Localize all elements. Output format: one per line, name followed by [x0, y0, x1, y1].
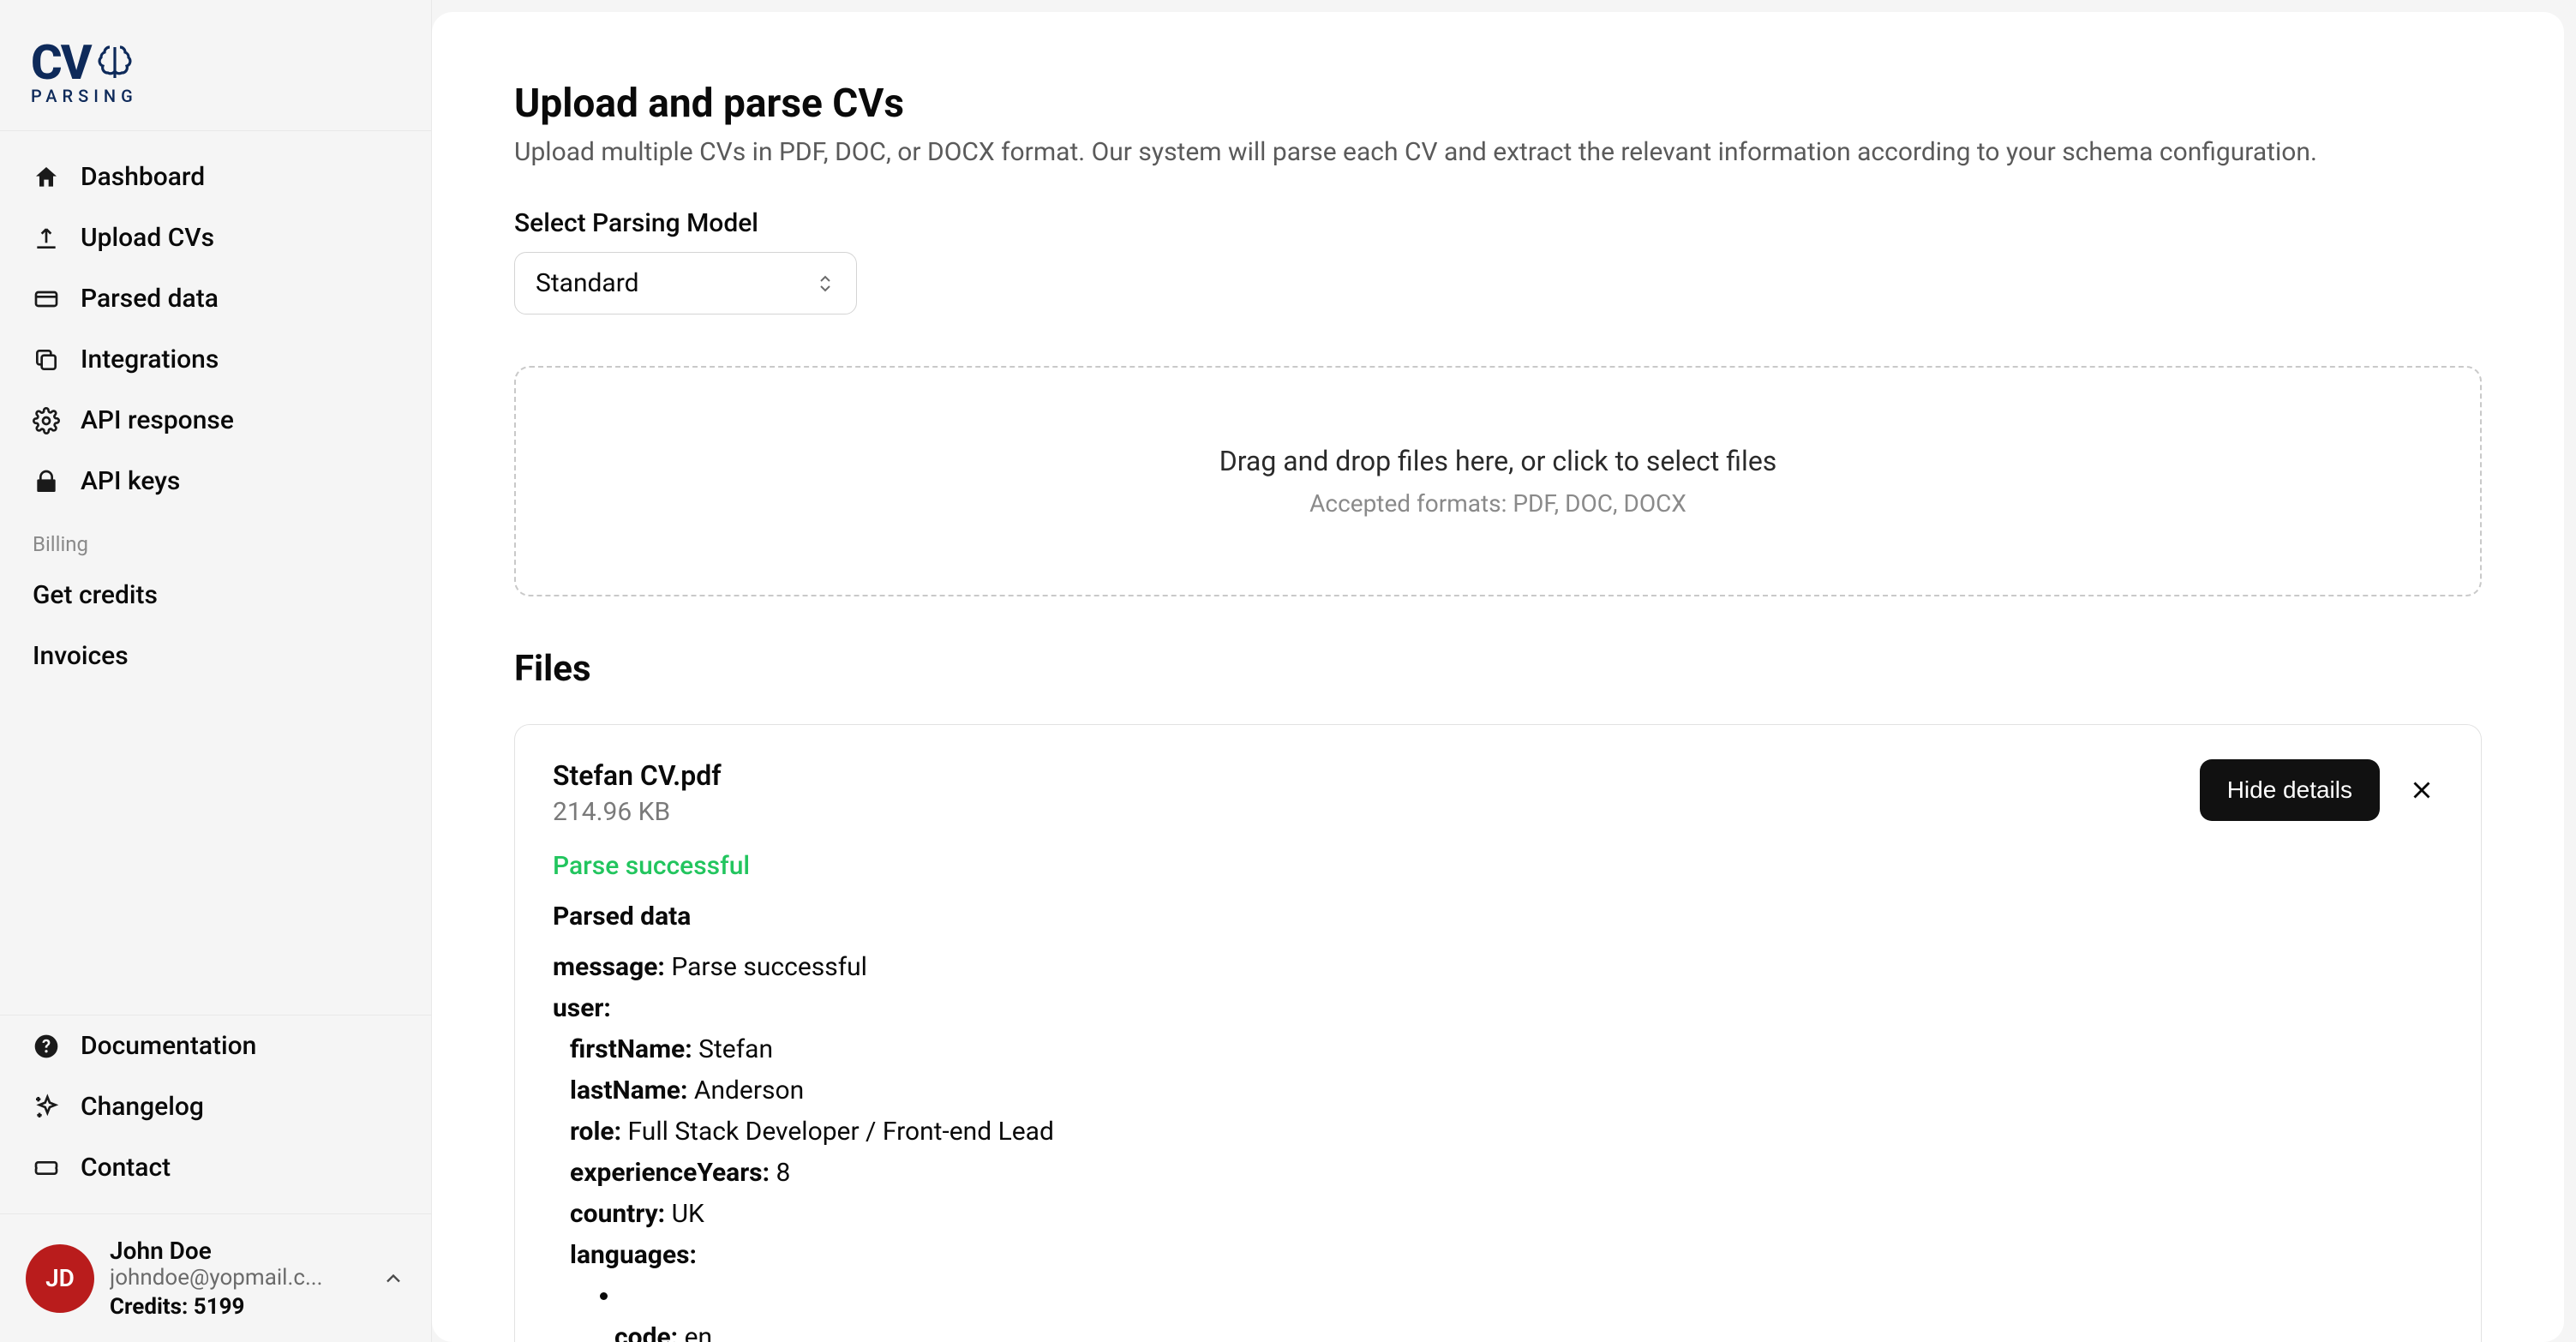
sidebar-item-parsed-data[interactable]: Parsed data — [0, 268, 431, 329]
logo-text: CV — [31, 34, 91, 91]
files-heading: Files — [514, 648, 2482, 690]
hide-details-button[interactable]: Hide details — [2200, 759, 2380, 821]
logo-subtitle: PARSING — [31, 86, 400, 106]
gear-icon — [33, 407, 60, 434]
parsed-key: firstName: — [570, 1034, 692, 1064]
parsed-value: UK — [672, 1199, 704, 1229]
list-item — [621, 1276, 2443, 1317]
sidebar-item-api-keys[interactable]: API keys — [0, 451, 431, 512]
sidebar-item-label: Integrations — [81, 344, 219, 374]
sidebar-item-invoices[interactable]: Invoices — [0, 626, 431, 686]
sidebar-item-integrations[interactable]: Integrations — [0, 329, 431, 390]
model-select-label: Select Parsing Model — [514, 208, 2482, 238]
sidebar-item-documentation[interactable]: Documentation — [0, 1015, 431, 1076]
parsed-value: en — [685, 1322, 712, 1342]
model-select[interactable]: Standard — [514, 252, 857, 315]
home-icon — [33, 164, 60, 191]
page-description: Upload multiple CVs in PDF, DOC, or DOCX… — [514, 137, 2482, 167]
sidebar-item-label: Get credits — [33, 580, 158, 610]
sidebar-item-label: API response — [81, 405, 234, 435]
parsed-key: country: — [570, 1199, 665, 1229]
sidebar-item-label: Upload CVs — [81, 223, 214, 253]
sidebar-item-dashboard[interactable]: Dashboard — [0, 147, 431, 207]
parsed-value: Stefan — [698, 1034, 773, 1064]
dropzone-text: Drag and drop files here, or click to se… — [550, 445, 2446, 477]
bottom-nav: Documentation Changelog Contact — [0, 1015, 431, 1198]
file-size: 214.96 KB — [553, 797, 722, 827]
sparkle-icon — [33, 1093, 60, 1121]
model-select-value: Standard — [536, 268, 639, 298]
parsed-value: Anderson — [694, 1075, 804, 1105]
parsed-value: 8 — [776, 1158, 791, 1188]
sidebar-item-label: Documentation — [81, 1031, 256, 1061]
help-icon — [33, 1033, 60, 1060]
sidebar-item-contact[interactable]: Contact — [0, 1137, 431, 1198]
sidebar-item-label: Invoices — [33, 641, 129, 671]
parse-status: Parse successful — [553, 851, 2443, 881]
avatar: JD — [26, 1244, 94, 1313]
parsed-key: languages: — [570, 1240, 697, 1270]
parsed-data-heading: Parsed data — [553, 902, 2443, 932]
user-email: johndoe@yopmail.c... — [110, 1265, 366, 1291]
upload-icon — [33, 225, 60, 252]
sidebar-item-label: Changelog — [81, 1092, 204, 1122]
sidebar-item-get-credits[interactable]: Get credits — [0, 565, 431, 626]
sidebar-item-api-response[interactable]: API response — [0, 390, 431, 451]
chevron-up-icon — [381, 1267, 405, 1291]
main-content: Upload and parse CVs Upload multiple CVs… — [432, 12, 2564, 1342]
file-dropzone[interactable]: Drag and drop files here, or click to se… — [514, 366, 2482, 596]
sidebar-item-label: Contact — [81, 1153, 171, 1183]
sidebar-item-label: Dashboard — [81, 162, 205, 192]
parsed-key: experienceYears: — [570, 1158, 770, 1188]
sidebar-item-upload[interactable]: Upload CVs — [0, 207, 431, 268]
brain-icon — [94, 42, 135, 83]
file-name: Stefan CV.pdf — [553, 759, 722, 792]
parsed-data-tree: message: Parse successful user: firstNam… — [553, 947, 2443, 1342]
parsed-value: Full Stack Developer / Front-end Lead — [628, 1117, 1054, 1147]
user-info: John Doe johndoe@yopmail.c... Credits: 5… — [110, 1237, 366, 1320]
parsed-key: message: — [553, 952, 665, 982]
page-title: Upload and parse CVs — [514, 81, 2482, 127]
user-name: John Doe — [110, 1237, 366, 1265]
sidebar-item-label: Parsed data — [81, 284, 219, 314]
chevrons-up-down-icon — [815, 273, 836, 294]
ticket-icon — [33, 1154, 60, 1182]
parsed-key: user: — [553, 993, 611, 1023]
sidebar-item-label: API keys — [81, 466, 180, 496]
card-icon — [33, 285, 60, 313]
logo-area: CV PARSING — [0, 0, 431, 131]
lock-icon — [33, 468, 60, 495]
copy-icon — [33, 346, 60, 374]
sidebar-item-changelog[interactable]: Changelog — [0, 1076, 431, 1137]
remove-file-button[interactable] — [2400, 769, 2443, 812]
parsed-key: code: — [614, 1322, 678, 1342]
logo[interactable]: CV — [31, 34, 400, 91]
dropzone-subtext: Accepted formats: PDF, DOC, DOCX — [550, 489, 2446, 518]
user-credits: Credits: 5199 — [110, 1294, 366, 1320]
close-icon — [2407, 776, 2436, 805]
user-menu[interactable]: JD John Doe johndoe@yopmail.c... Credits… — [0, 1213, 431, 1342]
primary-nav: Dashboard Upload CVs Parsed data Integra… — [0, 131, 431, 1213]
parsed-key: lastName: — [570, 1075, 687, 1105]
sidebar: CV PARSING Dashboard Upload CVs Parsed d… — [0, 0, 432, 1342]
parsed-value: Parse successful — [671, 952, 867, 982]
billing-section-label: Billing — [0, 512, 431, 565]
file-card: Stefan CV.pdf 214.96 KB Hide details Par… — [514, 724, 2482, 1342]
parsed-key: role: — [570, 1117, 621, 1147]
